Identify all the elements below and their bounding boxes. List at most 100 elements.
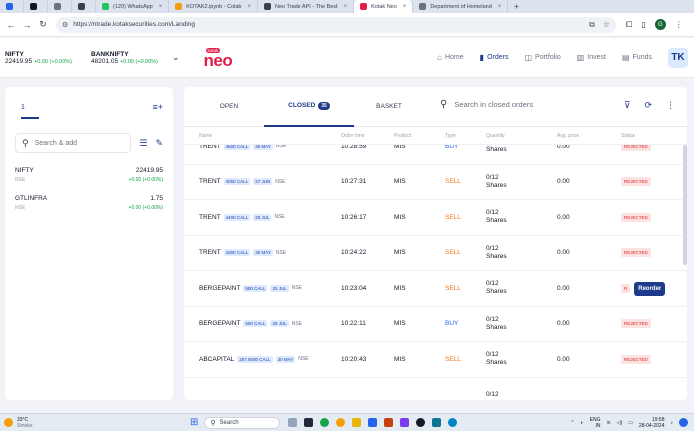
- mail-icon[interactable]: [368, 418, 378, 427]
- order-product: MIS: [394, 284, 406, 292]
- tray-chevron-icon[interactable]: ⌃: [570, 420, 574, 426]
- bookmark-star-icon[interactable]: ☆: [603, 20, 610, 30]
- back-icon[interactable]: ←: [4, 18, 18, 32]
- wifi-icon[interactable]: ≋: [606, 420, 610, 426]
- order-avg-price: 0.00: [557, 178, 570, 186]
- filter-icon[interactable]: ⊽: [624, 100, 631, 111]
- browser-tab[interactable]: [24, 0, 48, 13]
- app-icon[interactable]: [304, 418, 314, 427]
- user-avatar[interactable]: TK: [668, 47, 688, 68]
- more-options-icon[interactable]: ⋮: [666, 100, 675, 111]
- ticker-nifty[interactable]: NIFTY 22419.95 +0.00 (+0.00%): [0, 51, 72, 65]
- tab-close-icon[interactable]: ×: [248, 4, 252, 10]
- tab-open[interactable]: OPEN: [194, 87, 264, 127]
- nav-home[interactable]: ⌂ Home: [437, 53, 464, 62]
- table-row[interactable]: TRENT 4400 CALL 25 JUL NSE 10:26:17 MIS SELL 0/…: [184, 200, 687, 236]
- profile-avatar[interactable]: G: [654, 19, 666, 30]
- app-icon[interactable]: [416, 418, 426, 427]
- battery-icon[interactable]: ▭: [628, 420, 633, 426]
- browser-tab[interactable]: Department of Homeland ×: [413, 0, 509, 13]
- watchlist-search-input[interactable]: ⚲ Search & add: [15, 133, 132, 153]
- notification-bell-icon[interactable]: ♪: [671, 420, 674, 426]
- table-row[interactable]: BERGEPAINT 500 CALL 25 JUL NSE 10:23:04 MIS SE…: [184, 271, 687, 307]
- office-icon[interactable]: [384, 418, 394, 427]
- ticker-banknifty[interactable]: BANKNIFTY 48201.05 +0.00 (+0.00%): [86, 51, 158, 65]
- app-icon[interactable]: [288, 418, 298, 427]
- tab-title: Kotak Neo: [371, 3, 397, 10]
- edit-icon[interactable]: ✎: [155, 138, 163, 149]
- watchlist-search-row: ⚲ Search & add ☰ ✎: [15, 133, 163, 153]
- invest-icon: ▥: [576, 53, 585, 62]
- refresh-icon[interactable]: ⟳: [644, 100, 652, 111]
- reload-icon[interactable]: ↻: [36, 18, 50, 32]
- reorder-button[interactable]: Reorder: [634, 281, 666, 296]
- folder-icon[interactable]: [352, 418, 362, 427]
- nav-label: Portfolio: [535, 54, 561, 61]
- translate-icon[interactable]: ⧉: [589, 20, 595, 30]
- tab-close-icon[interactable]: ×: [344, 4, 348, 10]
- tray-app-icon[interactable]: ◐: [581, 420, 584, 426]
- kotak-neo-logo[interactable]: kotak neo: [204, 47, 233, 69]
- orders-table-body[interactable]: TRENT 4600 CALL 30 MAY NSE 10:28:59 MIS BUY Sha…: [184, 145, 687, 400]
- taskbar-search[interactable]: ⚲ Search: [204, 416, 281, 429]
- nav-label: Funds: [632, 54, 652, 61]
- nav-portfolio[interactable]: ◫ Portfolio: [524, 53, 560, 62]
- windows-start-icon[interactable]: ⊞: [190, 417, 198, 428]
- nav-orders[interactable]: ▮ Orders: [480, 53, 509, 62]
- tab-close-icon[interactable]: ×: [159, 4, 163, 10]
- app-icon[interactable]: [432, 418, 442, 427]
- table-row[interactable]: 0/12: [184, 378, 687, 401]
- table-row[interactable]: TRENT 4050 CALL 27 JUN NSE 10:27:31 MIS SELL 0/…: [184, 165, 687, 200]
- sidepanel-icon[interactable]: ▯: [641, 20, 645, 29]
- table-row[interactable]: ABCAPITAL 257.5000 CALL 30 MAY NSE 10:20:43 M…: [184, 342, 687, 378]
- add-watchlist-icon[interactable]: ≡+: [152, 102, 163, 112]
- orders-scrollbar[interactable]: [683, 145, 687, 265]
- tab-favicon-icon: [360, 3, 368, 10]
- order-symbol: TRENT: [199, 249, 221, 257]
- chrome-icon[interactable]: [336, 418, 346, 427]
- weather-widget[interactable]: 33°C Smoke: [0, 417, 190, 429]
- table-row[interactable]: BERGEPAINT 500 CALL 25 JUL NSE 10:22:11 MIS BU…: [184, 307, 687, 342]
- chevron-down-icon[interactable]: ⌄: [172, 52, 180, 63]
- language-indicator[interactable]: ENG IN: [590, 417, 601, 429]
- tab-basket[interactable]: BASKET: [354, 87, 424, 127]
- forward-icon[interactable]: →: [20, 18, 34, 32]
- tab-closed[interactable]: CLOSED 35: [264, 87, 354, 127]
- browser-tab[interactable]: (120) WhatsApp ×: [96, 0, 170, 13]
- orders-search-input[interactable]: ⚲ Search in closed orders: [440, 99, 533, 110]
- watchlist-tab-1[interactable]: 1: [21, 104, 39, 119]
- browser-tab[interactable]: KOTAK2.ipynb - Colab ×: [169, 0, 259, 13]
- extensions-icon[interactable]: ⧠: [626, 20, 632, 30]
- nav-funds[interactable]: ▤ Funds: [622, 53, 652, 62]
- new-tab-button[interactable]: +: [508, 2, 525, 11]
- browser-tab[interactable]: Neo Trade API - The Best ×: [258, 0, 355, 13]
- nav-invest[interactable]: ▥ Invest: [577, 53, 606, 62]
- browser-tab[interactable]: [72, 0, 96, 13]
- search-placeholder: Search & add: [34, 139, 78, 147]
- clock[interactable]: 19:58 28-04-2024: [639, 417, 665, 429]
- tab-close-icon[interactable]: ×: [403, 4, 407, 10]
- browser-menu-icon[interactable]: ⋮: [675, 20, 683, 29]
- tab-favicon-icon: [30, 3, 37, 10]
- app-icon[interactable]: [400, 418, 410, 427]
- address-bar[interactable]: ⚙ https://ntrade.kotaksecurities.com/Lan…: [56, 16, 616, 33]
- table-row[interactable]: TRENT 4300 CALL 30 MAY NSE 10:24:22 MIS SELL 0/…: [184, 236, 687, 271]
- tab-close-icon[interactable]: ×: [498, 4, 502, 10]
- order-type: SELL: [445, 284, 461, 292]
- site-info-icon[interactable]: ⚙: [62, 21, 68, 29]
- volume-icon[interactable]: ◁): [617, 420, 623, 426]
- nav-label: Orders: [487, 54, 509, 61]
- filter-icon[interactable]: ☰: [139, 138, 147, 149]
- table-row[interactable]: TRENT 4600 CALL 30 MAY NSE 10:28:59 MIS BUY Sha…: [184, 145, 687, 165]
- copilot-icon[interactable]: [679, 418, 688, 427]
- browser-tab[interactable]: Kotak Neo ×: [354, 0, 414, 13]
- chrome-icon[interactable]: [320, 418, 330, 427]
- browser-tab[interactable]: [0, 0, 24, 13]
- col-product: Product: [394, 132, 412, 139]
- watchlist-item[interactable]: GTLINFRA NSE 1.75 +0.00 (+0.00%): [15, 189, 163, 217]
- watchlist-item[interactable]: NIFTY NSE 22419.95 +0.00 (+0.00%): [15, 161, 163, 189]
- edge-icon[interactable]: [448, 418, 458, 427]
- order-qty: 0/12: [486, 351, 499, 359]
- browser-tab[interactable]: [48, 0, 72, 13]
- tab-title: Department of Homeland: [430, 3, 492, 10]
